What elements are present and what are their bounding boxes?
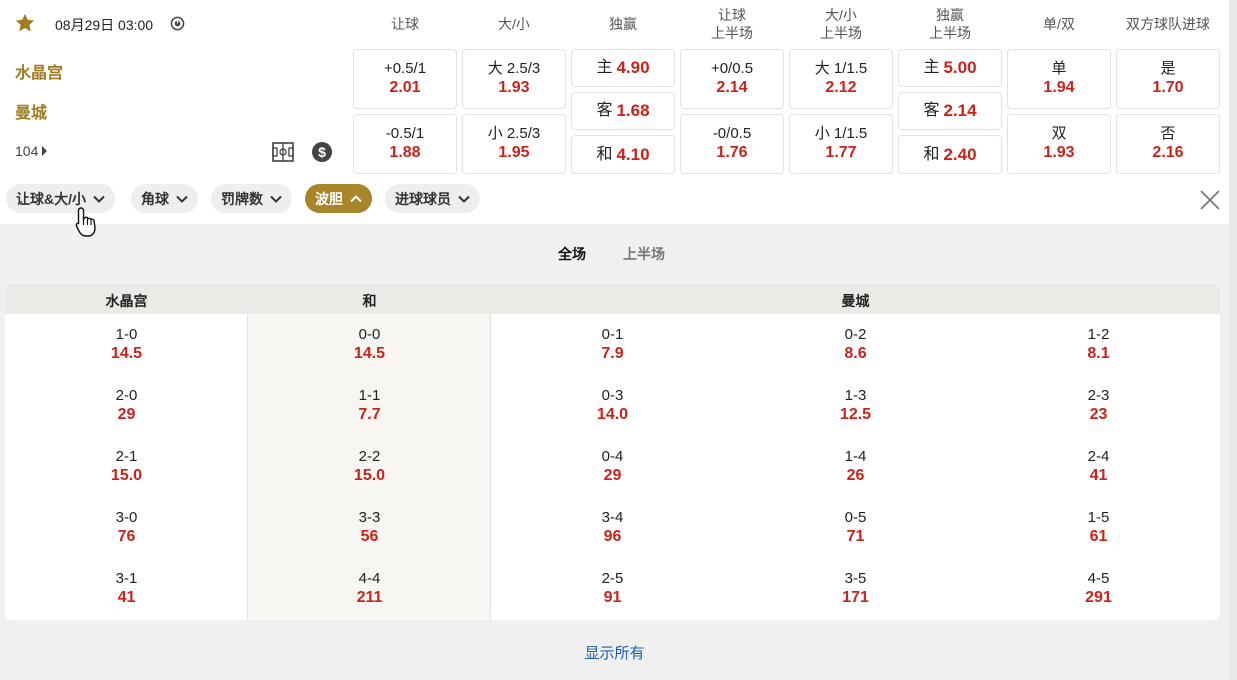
filter-handicap-ou[interactable]: 让球&大/小 [6,184,115,213]
odds-cell-both-score-no[interactable]: 否 2.16 [1116,114,1220,174]
score-cell[interactable]: 0-4 29 [491,448,734,486]
score-cell[interactable]: 1-1 7.7 [248,387,491,425]
filter-correct-score[interactable]: 波胆 [305,184,372,213]
score-cell[interactable]: 0-0 14.5 [248,326,491,364]
chevron-down-icon [270,195,282,203]
dollar-icon[interactable]: $ [312,142,332,162]
score-cell[interactable]: 4-4 211 [248,570,491,608]
more-markets-count: 104 [15,143,39,159]
odds-cell-handicap-home[interactable]: +0.5/1 2.01 [353,49,457,109]
odds-cell-handicap-1h-home[interactable]: +0/0.5 2.14 [680,49,784,109]
home-team-name[interactable]: 水晶宫 [15,59,63,83]
score-cell[interactable]: 1-3 12.5 [734,387,977,425]
score-cell[interactable]: 0-1 7.9 [491,326,734,364]
score-cell[interactable]: 2-4 41 [977,448,1220,486]
odds-cell-moneyline-home[interactable]: 主 4.90 [571,49,675,87]
odds-cell-odd[interactable]: 单 1.94 [1007,49,1111,109]
header-moneyline: 独赢 [609,16,637,32]
score-cell[interactable]: 0-3 14.0 [491,387,734,425]
col-header-draw: 和 [362,293,377,309]
score-cell[interactable]: 2-2 15.0 [248,448,491,486]
odds-cell-moneyline-1h-draw[interactable]: 和 2.40 [898,135,1002,174]
header-handicap: 让球 [391,16,419,32]
header-moneyline-1h: 独赢 上半场 [929,7,971,41]
odds-cell-even[interactable]: 双 1.93 [1007,114,1111,174]
chevron-up-icon [350,194,362,202]
star-icon[interactable] [14,12,36,34]
away-team-name[interactable]: 曼城 [15,99,47,123]
score-cell[interactable]: 3-0 76 [5,509,248,547]
clock-icon [170,16,185,31]
tab-first-half[interactable]: 上半场 [623,244,665,264]
tab-full-time[interactable]: 全场 [558,244,586,264]
odds-cell-over-1h[interactable]: 大 1/1.5 2.12 [789,49,893,109]
header-over-under-1h: 大/小 上半场 [820,7,862,41]
score-cell[interactable]: 1-5 61 [977,509,1220,547]
score-cell[interactable]: 1-0 14.5 [5,326,248,364]
match-card: 08月29日 03:00 水晶宫 曼城 104 $ 让球 大/小 独赢 让球 上半… [0,0,1229,224]
header-both-score: 双方球队进球 [1126,16,1210,32]
odds-cell-over[interactable]: 大 2.5/3 1.93 [462,49,566,109]
show-all-link[interactable]: 显示所有 [0,642,1229,663]
match-datetime: 08月29日 03:00 [55,17,154,33]
header-odd-even: 单/双 [1043,16,1075,32]
score-cell[interactable]: 1-2 8.1 [977,326,1220,364]
correct-score-panel: 水晶宫 和 曼城 1-0 14.5 2-0 29 2-1 15.0 3-0 76 3-1… [5,284,1220,620]
header-handicap-1h: 让球 上半场 [711,7,753,41]
col-header-away: 曼城 [841,293,870,309]
chevron-down-icon [458,195,470,203]
score-cell[interactable]: 0-2 8.6 [734,326,977,364]
odds-cell-moneyline-1h-away[interactable]: 客 2.14 [898,92,1002,130]
score-cell[interactable]: 0-5 71 [734,509,977,547]
hand-cursor-icon [75,207,96,237]
scrollbar[interactable] [1229,0,1237,680]
close-icon[interactable] [1199,189,1221,211]
odds-cell-moneyline-draw[interactable]: 和 4.10 [571,135,675,174]
score-cell[interactable]: 2-0 29 [5,387,248,425]
score-cell[interactable]: 4-5 291 [977,570,1220,608]
svg-text:$: $ [318,144,326,160]
score-cell[interactable]: 2-3 23 [977,387,1220,425]
col-header-home: 水晶宫 [105,293,148,309]
filter-cards[interactable]: 罚牌数 [211,184,292,213]
chevron-right-icon [42,146,48,156]
pitch-icon[interactable] [272,142,294,162]
odds-cell-handicap-1h-away[interactable]: -0/0.5 1.76 [680,114,784,174]
score-cell[interactable]: 1-4 26 [734,448,977,486]
score-cell[interactable]: 3-5 171 [734,570,977,608]
chevron-down-icon [93,195,105,203]
filter-corners[interactable]: 角球 [131,184,198,213]
odds-cell-handicap-away[interactable]: -0.5/1 1.88 [353,114,457,174]
odds-cell-moneyline-1h-home[interactable]: 主 5.00 [898,49,1002,87]
odds-cell-under-1h[interactable]: 小 1/1.5 1.77 [789,114,893,174]
odds-cell-under[interactable]: 小 2.5/3 1.95 [462,114,566,174]
header-over-under: 大/小 [498,16,530,32]
chevron-down-icon [176,195,188,203]
score-cell[interactable]: 3-4 96 [491,509,734,547]
filter-goalscorers[interactable]: 进球球员 [385,184,480,213]
score-cell[interactable]: 3-1 41 [5,570,248,608]
odds-cell-both-score-yes[interactable]: 是 1.70 [1116,49,1220,109]
score-cell[interactable]: 2-1 15.0 [5,448,248,486]
score-cell[interactable]: 2-5 91 [491,570,734,608]
more-markets-link[interactable]: 104 [15,143,48,159]
score-cell[interactable]: 3-3 56 [248,509,491,547]
odds-cell-moneyline-away[interactable]: 客 1.68 [571,92,675,130]
